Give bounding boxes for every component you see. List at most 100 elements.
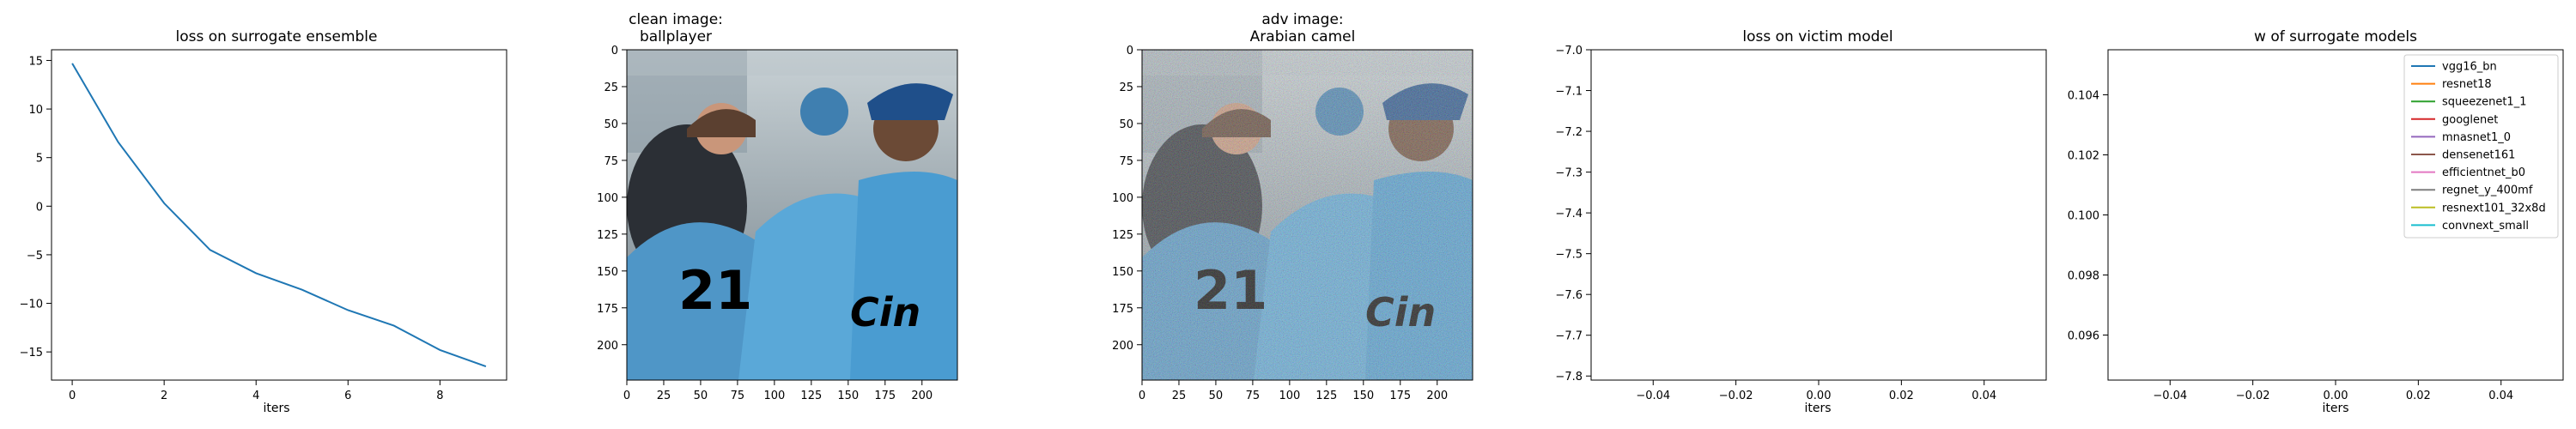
legend-label: resnet18 [2442,78,2492,91]
panel-3-title-line-1: adv image: [1261,11,1343,28]
legend-label: densenet161 [2442,149,2515,162]
x-tick-label: 50 [694,390,708,402]
x-tick-label: 150 [1352,390,1374,402]
y-tick-label: −10 [20,299,43,311]
x-tick-label: −0.04 [2153,390,2187,402]
y-tick-label: 0.098 [2068,270,2099,283]
panel-3-adv-image: adv image: Arabian camel 21 Cin 0 25 50 75 1… [1112,11,1473,402]
y-tick-label: 25 [1119,82,1133,94]
x-tick-label: 8 [436,390,443,402]
x-tick-label: 0.04 [1971,390,1996,402]
y-tick-label: 125 [1112,229,1133,242]
panel-4-title: loss on victim model [1742,28,1893,45]
panel-3-y-ticks: 0 25 50 75 100 125 150 175 200 [1112,45,1142,353]
y-tick-label: 0 [36,201,43,214]
y-tick-label: 0.102 [2068,150,2099,163]
y-tick-label: 125 [597,229,618,242]
panel-3-image: 21 Cin [1142,50,1473,380]
x-tick-label: 75 [731,390,745,402]
x-tick-label: 0 [69,390,76,402]
panel-4-axes-frame [1590,49,2047,381]
y-tick-label: 5 [36,153,43,166]
y-tick-label: 175 [1112,303,1133,316]
x-tick-label: 125 [800,390,822,402]
panel-4-x-ticks: −0.04 −0.02 0.00 0.02 0.04 [1636,380,1996,402]
panel-1-xlabel: iters [263,402,289,415]
panel-1-marks [71,63,487,368]
y-tick-label: 175 [597,303,618,316]
y-tick-label: −7.2 [1555,126,1583,139]
x-tick-label: 25 [657,390,671,402]
legend-label: squeezenet1_1 [2442,96,2526,109]
y-tick-label: −7.4 [1555,208,1583,221]
y-tick-label: −7.7 [1555,330,1583,343]
y-tick-label: −7.8 [1555,371,1583,384]
panel-3-title-line-2: Arabian camel [1250,28,1356,45]
panel-5-title: w of surrogate models [2254,28,2417,45]
panel-2-clean-image: clean image: ballplayer 21 Cin 0 25 50 75 10… [597,11,958,402]
panel-4-y-ticks: −7.0 −7.1 −7.2 −7.3 −7.4 −7.5 −7.6 −7.7 −7.8 [1555,45,1591,384]
panel-2-title-line-2: ballplayer [640,28,712,45]
panel-5-surrogate-weights: w of surrogate models −0.04 −0.02 0.00 0.02… [2068,28,2564,415]
y-tick-label: 0 [1127,45,1133,57]
panel-5-xlabel: iters [2322,402,2348,415]
legend-label: googlenet [2442,113,2498,126]
x-tick-label: 4 [252,390,259,402]
x-tick-label: 100 [1279,390,1300,402]
y-tick-label: 100 [597,192,618,205]
x-tick-label: 175 [1389,390,1411,402]
y-tick-label: −7.1 [1555,86,1583,99]
x-tick-label: 75 [1246,390,1261,402]
x-tick-label: −0.04 [1636,390,1670,402]
y-tick-label: 75 [604,155,618,168]
x-tick-label: 0.02 [1889,390,1914,402]
legend-label: regnet_y_400mf [2442,184,2533,197]
y-tick-label: 100 [1112,192,1133,205]
y-tick-label: 75 [1119,155,1133,168]
y-tick-label: 200 [1112,340,1133,353]
legend-label: mnasnet1_0 [2442,131,2511,144]
panel-5-x-ticks: −0.04 −0.02 0.00 0.02 0.04 [2153,380,2513,402]
panel-4-xlabel: iters [1804,402,1831,415]
y-tick-label: 10 [28,104,43,117]
y-tick-label: 25 [604,82,618,94]
panel-3-x-ticks: 0 25 50 75 100 125 150 175 200 [1139,380,1448,402]
y-tick-label: 15 [28,55,43,68]
panel-1-title: loss on surrogate ensemble [176,28,378,45]
panel-2-title-line-1: clean image: [629,11,723,28]
y-tick-label: 0.100 [2068,210,2099,223]
y-tick-label: −7.3 [1555,167,1583,180]
series-line [71,63,487,368]
panel-1-x-ticks: 0 2 4 6 8 [69,380,444,402]
panel-1-y-ticks: 15 10 5 0 −5 −10 −15 [20,55,52,360]
svg-text:21: 21 [678,259,752,322]
y-tick-label: 0.096 [2068,330,2099,343]
panel-5-legend: vgg16_bn resnet18 squeezenet1_1 googlenet mn… [2403,54,2559,239]
y-tick-label: 0.104 [2068,90,2099,103]
y-tick-label: 150 [1112,266,1133,279]
x-tick-label: 0 [1139,390,1145,402]
x-tick-label: 150 [837,390,859,402]
y-tick-label: −5 [27,250,43,263]
x-tick-label: 125 [1315,390,1337,402]
panel-2-image: 21 Cin [627,50,957,380]
figure: loss on surrogate ensemble 02468 151050−… [20,11,2564,415]
x-tick-label: −0.02 [1719,390,1753,402]
x-tick-label: −0.02 [2236,390,2270,402]
x-tick-label: 0.00 [2324,390,2348,402]
svg-text:Cin: Cin [850,289,920,335]
y-tick-label: −7.0 [1555,45,1583,57]
legend-label: resnext101_32x8d [2442,202,2546,214]
panel-2-y-ticks: 0 25 50 75 100 125 150 175 200 [597,45,627,353]
panel-1-surrogate-loss: loss on surrogate ensemble 0 2 4 6 8 15 10 5 0 −… [20,28,507,415]
legend-label: convnext_small [2442,220,2529,233]
y-tick-label: 150 [597,266,618,279]
y-tick-label: 0 [611,45,618,57]
x-tick-label: 50 [1209,390,1224,402]
y-tick-label: 50 [604,118,618,131]
x-tick-label: 6 [344,390,351,402]
x-tick-label: 100 [763,390,785,402]
panel-5-y-ticks: 0.104 0.102 0.100 0.098 0.096 [2068,90,2108,343]
x-tick-label: 175 [874,390,896,402]
panel-4-victim-loss: loss on victim model −0.04 −0.02 0.00 0.02 0… [1555,28,2047,415]
